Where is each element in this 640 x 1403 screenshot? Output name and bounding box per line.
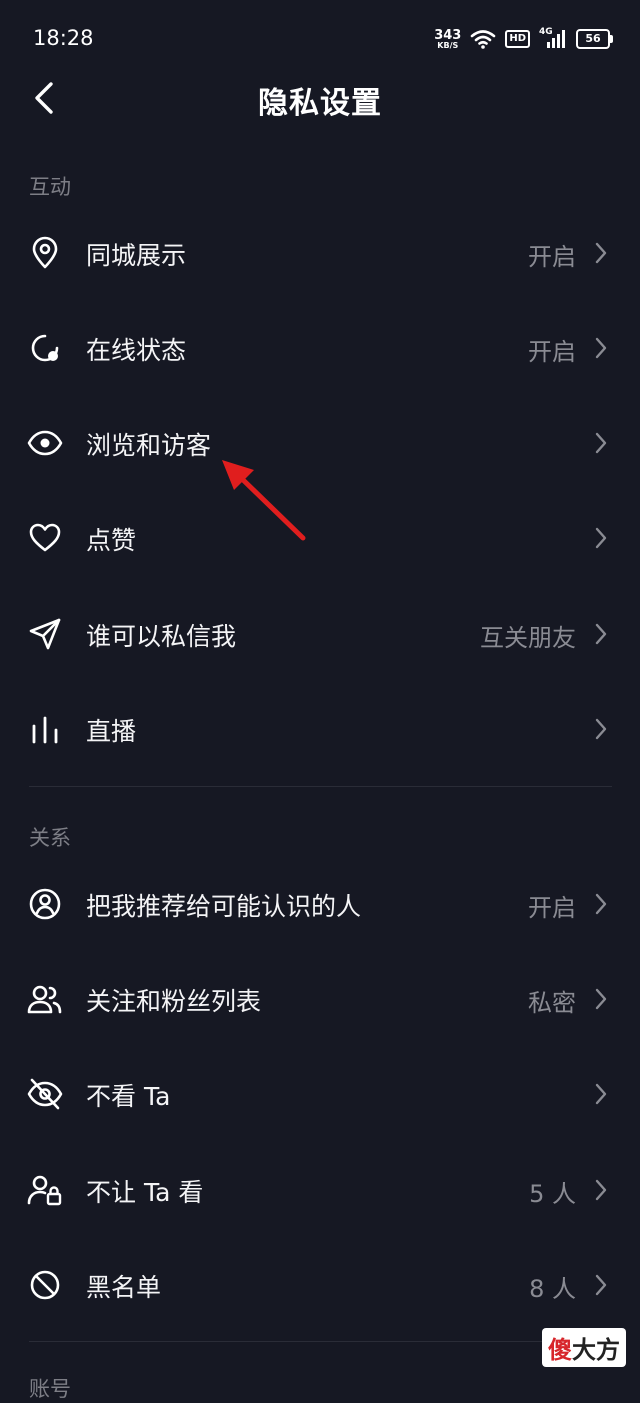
- paper-plane-icon: [26, 615, 64, 653]
- chevron-right-icon: [595, 1179, 607, 1201]
- section-divider: [29, 1341, 612, 1342]
- chevron-right-icon: [595, 1274, 607, 1296]
- status-icons: 343 KB/S HD 4G 56: [434, 26, 613, 52]
- setting-row-browse-visitors[interactable]: 浏览和访客: [0, 397, 640, 489]
- setting-value: 开启: [528, 894, 576, 922]
- setting-label: 浏览和访客: [86, 431, 212, 460]
- section-divider: [29, 786, 612, 787]
- setting-row-hide-ta[interactable]: 不看 Ta: [0, 1048, 640, 1140]
- battery-indicator: 56: [576, 29, 613, 49]
- user-lock-icon: [26, 1171, 64, 1209]
- setting-label: 把我推荐给可能认识的人: [86, 892, 362, 921]
- status-time: 18:28: [33, 26, 94, 50]
- eye-icon: [26, 424, 64, 462]
- setting-row-local-display[interactable]: 同城展示 开启: [0, 207, 640, 299]
- setting-label: 在线状态: [86, 336, 187, 365]
- chevron-right-icon: [595, 623, 607, 645]
- setting-row-follow-fans-list[interactable]: 关注和粉丝列表 私密: [0, 953, 640, 1045]
- setting-row-blacklist[interactable]: 黑名单 8 人: [0, 1239, 640, 1331]
- heart-icon: [26, 519, 64, 557]
- net-speed-value: 343: [434, 27, 462, 43]
- setting-row-block-ta-view[interactable]: 不让 Ta 看 5 人: [0, 1144, 640, 1236]
- setting-value: 开启: [528, 338, 576, 366]
- page-title: 隐私设置: [258, 86, 382, 121]
- wifi-icon: [471, 30, 496, 49]
- setting-value: 8 人: [529, 1275, 576, 1303]
- setting-row-online-status[interactable]: 在线状态 开启: [0, 302, 640, 394]
- setting-label: 关注和粉丝列表: [86, 987, 262, 1016]
- chevron-right-icon: [595, 988, 607, 1010]
- section-title-relationship: 关系: [29, 826, 71, 850]
- setting-row-direct-message[interactable]: 谁可以私信我 互关朋友: [0, 588, 640, 680]
- section-title-interaction: 互动: [29, 175, 71, 199]
- block-icon: [26, 1266, 64, 1304]
- watermark-logo: 傻 大方: [542, 1328, 626, 1367]
- setting-row-live[interactable]: 直播: [0, 683, 640, 775]
- setting-label: 同城展示: [86, 241, 187, 270]
- setting-label: 不看 Ta: [86, 1082, 171, 1111]
- setting-label: 点赞: [86, 526, 137, 555]
- location-pin-icon: [26, 234, 64, 272]
- hd-badge: HD: [505, 30, 530, 48]
- chevron-right-icon: [595, 242, 607, 264]
- setting-label: 直播: [86, 717, 137, 746]
- setting-value: 开启: [528, 243, 576, 271]
- online-status-icon: [26, 329, 64, 367]
- setting-label: 不让 Ta 看: [86, 1178, 204, 1207]
- chevron-right-icon: [595, 893, 607, 915]
- setting-row-recommend-me[interactable]: 把我推荐给可能认识的人 开启: [0, 858, 640, 950]
- chevron-right-icon: [595, 718, 607, 740]
- setting-label: 黑名单: [86, 1273, 162, 1302]
- setting-row-likes[interactable]: 点赞: [0, 492, 640, 584]
- user-circle-icon: [26, 885, 64, 923]
- section-title-account: 账号: [29, 1377, 71, 1401]
- net-speed-unit: KB/S: [437, 40, 459, 50]
- setting-value: 互关朋友: [480, 624, 576, 652]
- setting-value: 私密: [528, 989, 576, 1017]
- chevron-right-icon: [595, 1083, 607, 1105]
- eye-off-icon: [26, 1075, 64, 1113]
- chevron-right-icon: [595, 432, 607, 454]
- setting-value: 5 人: [529, 1180, 576, 1208]
- header: 隐私设置: [0, 68, 640, 128]
- users-icon: [26, 980, 64, 1018]
- chevron-right-icon: [595, 527, 607, 549]
- net-speed-indicator: 343 KB/S: [434, 29, 461, 50]
- live-bars-icon: [26, 710, 64, 748]
- setting-label: 谁可以私信我: [86, 622, 237, 651]
- status-bar: 18:28 343 KB/S HD 4G 56: [0, 0, 640, 78]
- chevron-right-icon: [595, 337, 607, 359]
- cell-signal-icon: 4G: [539, 27, 567, 49]
